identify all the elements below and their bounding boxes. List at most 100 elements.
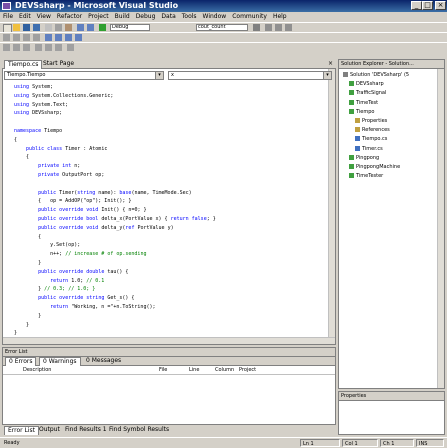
paste-icon[interactable]: [65, 24, 72, 31]
tab-start-page[interactable]: Start Page: [40, 60, 77, 69]
tab-output[interactable]: Output: [36, 426, 63, 435]
menu-view[interactable]: View: [34, 12, 54, 22]
align-middle-icon[interactable]: [45, 44, 52, 51]
col-column[interactable]: Column: [215, 366, 234, 375]
code-area[interactable]: using System; using System.Collections.Ge…: [4, 84, 324, 342]
close-document-icon[interactable]: ×: [328, 60, 333, 67]
code-line[interactable]: public override void delta_y(ref PortVal…: [14, 225, 174, 231]
maximize-button[interactable]: □: [422, 1, 433, 10]
code-line[interactable]: {: [14, 234, 41, 240]
redo-icon[interactable]: [87, 24, 94, 31]
project-timetest[interactable]: TimeTest: [349, 99, 378, 106]
solution-scrollbar[interactable]: [437, 69, 444, 388]
code-line[interactable]: public Timer(string name): base(name, Ti…: [14, 190, 192, 196]
class-combo[interactable]: Tiempo.Tiempo ▾: [4, 71, 164, 80]
project-trafficsignal[interactable]: TrafficSignal: [349, 90, 386, 96]
code-line[interactable]: namespace Tiempo: [14, 128, 62, 134]
save-icon[interactable]: [23, 24, 30, 31]
bookmark-icon[interactable]: [45, 34, 52, 41]
code-line[interactable]: {: [14, 137, 17, 143]
code-line[interactable]: private OutputPort op;: [14, 172, 104, 178]
code-line[interactable]: public override void Init() { n=0; }: [14, 207, 146, 213]
next-bookmark-icon[interactable]: [65, 34, 72, 41]
col-file[interactable]: File: [159, 366, 167, 375]
undo-icon[interactable]: [77, 24, 84, 31]
save-all-icon[interactable]: [33, 24, 40, 31]
code-line[interactable]: public override double tau() {: [14, 269, 128, 275]
code-line[interactable]: y.Set(op);: [14, 242, 80, 248]
uncomment-icon[interactable]: [33, 34, 40, 41]
align-right-icon[interactable]: [23, 44, 30, 51]
menu-help[interactable]: Help: [270, 12, 290, 22]
open-icon[interactable]: [13, 24, 20, 31]
code-line[interactable]: private int n;: [14, 163, 80, 169]
folder-references[interactable]: References: [355, 127, 390, 133]
menu-edit[interactable]: Edit: [16, 12, 34, 22]
cut-icon[interactable]: [45, 24, 52, 31]
menu-debug[interactable]: Debug: [133, 12, 159, 22]
menu-refactor[interactable]: Refactor: [54, 12, 85, 22]
code-line[interactable]: { op = AddOP("op"); Init(); }: [14, 198, 131, 204]
find-icon[interactable]: [253, 24, 260, 31]
make-same-size-icon[interactable]: [67, 44, 74, 51]
clear-bookmarks-icon[interactable]: [75, 34, 82, 41]
code-line[interactable]: public override string Get_s() {: [14, 295, 134, 301]
col-line[interactable]: Line: [189, 366, 199, 375]
find-combo[interactable]: cout_count: [196, 24, 248, 31]
code-line[interactable]: using System.Collections.Generic;: [14, 93, 113, 99]
toolbox-icon[interactable]: [285, 24, 292, 31]
code-line[interactable]: } // 0.3; // 1.0; }: [14, 286, 95, 292]
properties-icon[interactable]: [275, 24, 282, 31]
member-combo[interactable]: x ▾: [168, 71, 332, 80]
project-pingpong[interactable]: Pingpong: [349, 154, 379, 161]
code-line[interactable]: return 1.0; // 0.1: [14, 278, 104, 284]
minimize-button[interactable]: _: [411, 1, 422, 10]
code-line[interactable]: return "Working, n ="+n.ToString();: [14, 304, 155, 310]
comment-icon[interactable]: [23, 34, 30, 41]
code-line[interactable]: n++; // increase # of op.sending: [14, 251, 146, 257]
code-line[interactable]: {: [14, 154, 29, 160]
start-debug-icon[interactable]: [99, 24, 106, 31]
menu-build[interactable]: Build: [112, 12, 133, 22]
solution-node[interactable]: Solution 'DEVSsharp' (5: [343, 72, 409, 78]
solution-config-select[interactable]: Debug: [110, 24, 150, 31]
align-center-icon[interactable]: [13, 44, 20, 51]
code-line[interactable]: using System;: [14, 84, 53, 90]
close-button[interactable]: ×: [435, 1, 446, 10]
code-line[interactable]: }: [14, 330, 17, 336]
code-line[interactable]: }: [14, 260, 41, 266]
copy-icon[interactable]: [55, 24, 62, 31]
code-line[interactable]: }: [14, 313, 41, 319]
solution-explorer-icon[interactable]: [265, 24, 272, 31]
tab-find-symbol[interactable]: Find Symbol Results: [106, 426, 172, 435]
indent-icon[interactable]: [3, 34, 10, 41]
code-line[interactable]: public override bool delta_x(PortValue x…: [14, 216, 216, 222]
code-line[interactable]: public class Timer : Atomic: [14, 146, 107, 152]
col-description[interactable]: Description: [23, 366, 51, 375]
errors-filter[interactable]: 0 Errors: [5, 357, 37, 366]
editor-vertical-scrollbar[interactable]: [328, 60, 335, 344]
code-line[interactable]: using System.Text;: [14, 102, 68, 108]
align-left-icon[interactable]: [3, 44, 10, 51]
menu-data[interactable]: Data: [158, 12, 178, 22]
folder-properties[interactable]: Properties: [355, 118, 387, 124]
menu-tools[interactable]: Tools: [179, 12, 200, 22]
menu-community[interactable]: Community: [229, 12, 270, 22]
project-tiempo[interactable]: Tiempo: [349, 108, 374, 115]
align-bottom-icon[interactable]: [55, 44, 62, 51]
outdent-icon[interactable]: [13, 34, 20, 41]
tab-find-results[interactable]: Find Results 1: [62, 426, 110, 435]
menu-project[interactable]: Project: [85, 12, 112, 22]
file-tiempo-cs[interactable]: Tiempo.cs: [355, 136, 387, 142]
prev-bookmark-icon[interactable]: [55, 34, 62, 41]
menu-file[interactable]: File: [0, 12, 16, 22]
align-top-icon[interactable]: [35, 44, 42, 51]
code-line[interactable]: }: [14, 322, 29, 328]
file-timer-cs[interactable]: Timer.cs: [355, 145, 383, 152]
project-devssharp[interactable]: DEVSsharp: [349, 81, 384, 87]
messages-filter[interactable]: 0 Messages: [83, 357, 124, 366]
menu-window[interactable]: Window: [200, 12, 230, 22]
code-line[interactable]: using DEVSsharp;: [14, 110, 62, 116]
tab-error-list[interactable]: Error List: [4, 426, 40, 435]
col-project[interactable]: Project: [239, 366, 256, 375]
